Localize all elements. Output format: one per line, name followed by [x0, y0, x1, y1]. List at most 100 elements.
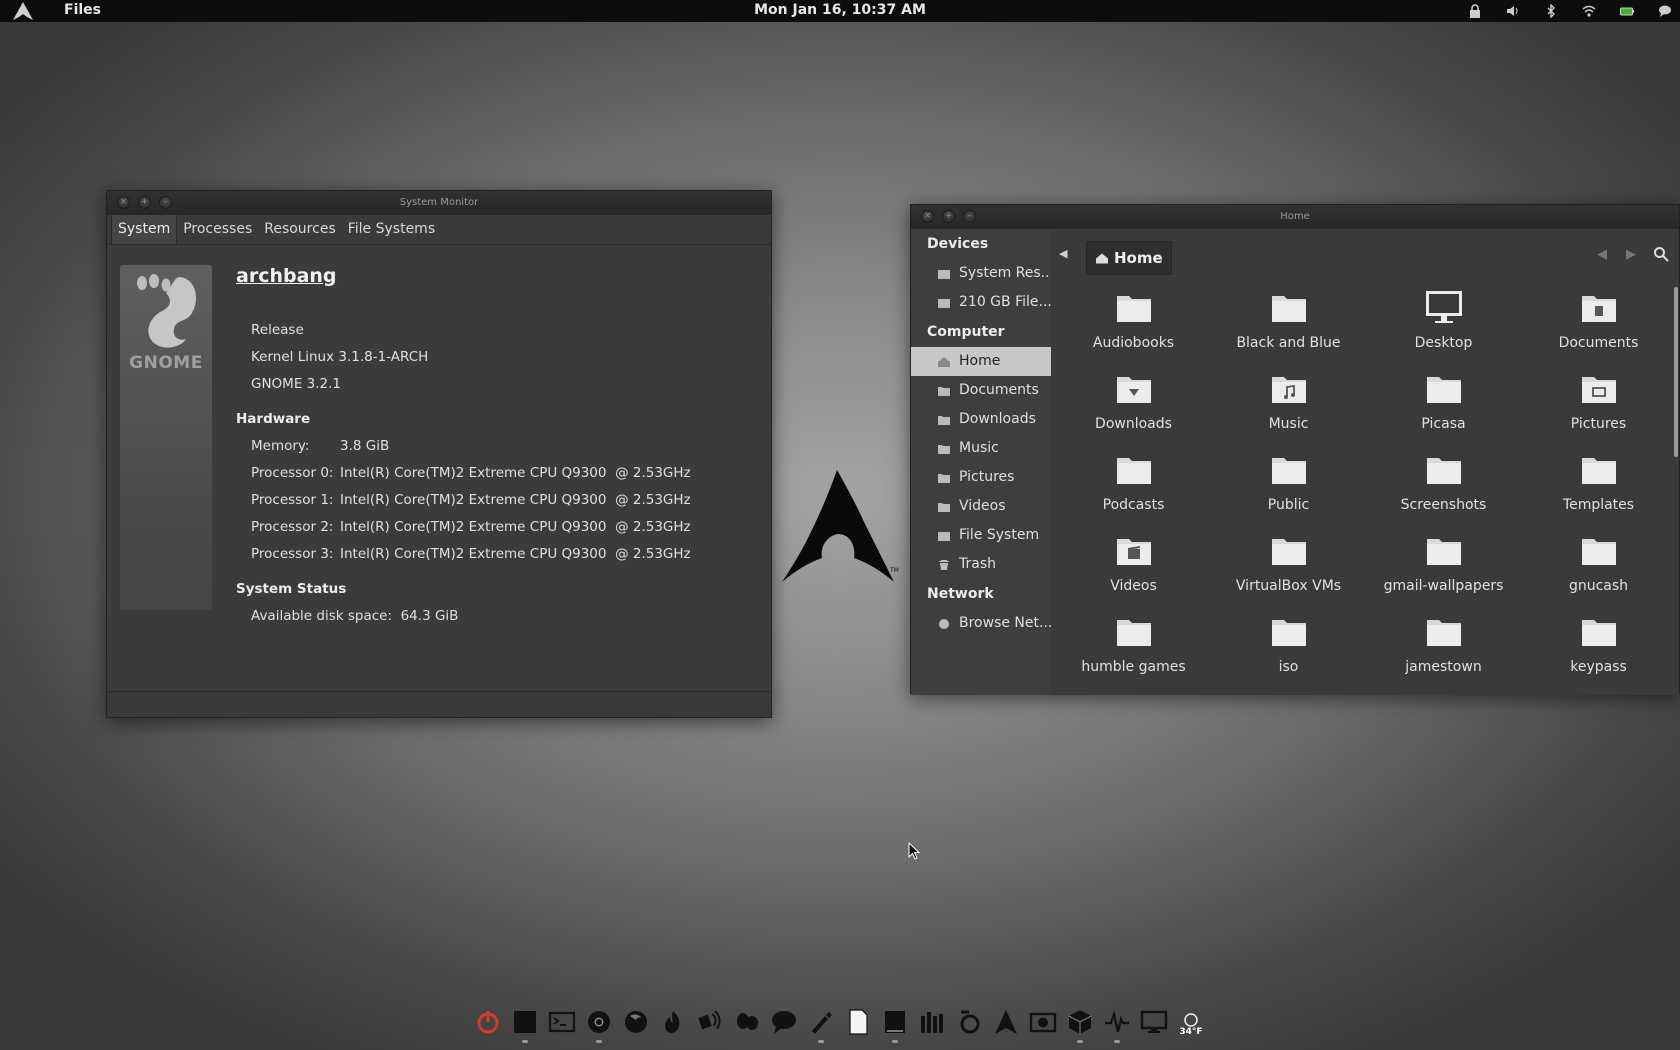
- sidebar-item-trash[interactable]: Trash: [911, 550, 1051, 579]
- sidebar-item-label: Videos: [959, 498, 1006, 514]
- folder-icon: [938, 415, 950, 425]
- file-item[interactable]: iso: [1211, 611, 1366, 683]
- bluetooth-icon[interactable]: [1542, 2, 1560, 20]
- status-bar: [107, 691, 771, 717]
- folder-icon: [1271, 296, 1306, 322]
- running-indicator: [892, 1040, 898, 1043]
- file-item[interactable]: Pictures: [1521, 368, 1676, 440]
- sidebar-item-file-system[interactable]: File System: [911, 521, 1051, 550]
- sidebar-item-music[interactable]: Music: [911, 434, 1051, 463]
- lock-icon[interactable]: [1466, 2, 1484, 20]
- titlebar[interactable]: × + – Home: [911, 205, 1679, 229]
- folder-icon: [938, 473, 950, 483]
- sidebar-item-210gb-filesystem[interactable]: 210 GB File...: [911, 288, 1051, 317]
- arch-logo-icon[interactable]: [12, 2, 34, 20]
- dock-item-pen[interactable]: [805, 1006, 837, 1043]
- sidebar-item-documents[interactable]: Documents: [911, 376, 1051, 405]
- dock-item-library[interactable]: [916, 1006, 948, 1038]
- processor-value: Intel(R) Core(TM)2 Extreme CPU Q9300 @ 2…: [340, 519, 691, 535]
- power-icon: [477, 1011, 499, 1034]
- dock-item-network[interactable]: [694, 1006, 726, 1038]
- dock-item-pidgin[interactable]: [731, 1006, 763, 1038]
- dock-item-terminal[interactable]: [546, 1006, 578, 1038]
- sidebar-item-label: File System: [959, 527, 1040, 543]
- tab-system[interactable]: System: [111, 214, 178, 244]
- dock-item-chrome[interactable]: [583, 1006, 615, 1043]
- dock-item-flame[interactable]: [657, 1006, 689, 1038]
- file-item[interactable]: Desktop: [1366, 287, 1521, 359]
- tab-file-systems[interactable]: File Systems: [342, 215, 441, 244]
- file-item[interactable]: Audiobooks: [1056, 287, 1211, 359]
- close-button[interactable]: ×: [921, 210, 934, 223]
- chat-icon[interactable]: [1656, 2, 1674, 20]
- app-menu[interactable]: Files: [64, 2, 101, 18]
- file-item[interactable]: Screenshots: [1366, 449, 1521, 521]
- maximize-button[interactable]: +: [138, 196, 151, 209]
- dock-item-weather[interactable]: 34°F: [1175, 1006, 1207, 1038]
- back-arrow-icon[interactable]: ◀: [1597, 247, 1607, 262]
- dock-item-document[interactable]: [842, 1006, 874, 1038]
- sidebar-item-label: Pictures: [959, 469, 1015, 485]
- dock-item-chat-bubble[interactable]: [768, 1006, 800, 1038]
- sidebar-item-downloads[interactable]: Downloads: [911, 405, 1051, 434]
- dock-item-activity[interactable]: [1101, 1006, 1133, 1043]
- clock[interactable]: Mon Jan 16, 10:37 AM: [754, 2, 926, 18]
- minimize-button[interactable]: –: [963, 210, 976, 223]
- dock-item-monitor[interactable]: [1138, 1006, 1170, 1038]
- wifi-icon[interactable]: [1580, 2, 1598, 20]
- search-icon[interactable]: [1653, 246, 1669, 262]
- hostname: archbang: [236, 265, 337, 287]
- tab-resources[interactable]: Resources: [258, 215, 342, 244]
- file-item[interactable]: Black and Blue: [1211, 287, 1366, 359]
- folder-icon: [1426, 458, 1461, 484]
- file-item[interactable]: Downloads: [1056, 368, 1211, 440]
- running-indicator: [1114, 1040, 1120, 1043]
- file-item-label: Desktop: [1414, 335, 1473, 351]
- file-item[interactable]: jamestown: [1366, 611, 1521, 683]
- file-item[interactable]: Public: [1211, 449, 1366, 521]
- file-item[interactable]: Templates: [1521, 449, 1676, 521]
- file-item-label: Documents: [1558, 335, 1639, 351]
- tab-processes[interactable]: Processes: [177, 215, 258, 244]
- sidebar-item-pictures[interactable]: Pictures: [911, 463, 1051, 492]
- sidebar-item-browse-network[interactable]: Browse Net...: [911, 609, 1051, 638]
- volume-icon[interactable]: [1504, 2, 1522, 20]
- home-icon: [1096, 253, 1108, 263]
- dock-item-book[interactable]: [879, 1006, 911, 1043]
- dock-item-arch[interactable]: [990, 1006, 1022, 1038]
- drive-icon: [938, 531, 950, 541]
- breadcrumb-home[interactable]: Home: [1086, 241, 1172, 275]
- file-item[interactable]: Music: [1211, 368, 1366, 440]
- sidebar-item-home[interactable]: Home: [911, 347, 1051, 376]
- file-item[interactable]: gmail-wallpapers: [1366, 530, 1521, 602]
- network-heading: Network: [927, 586, 994, 602]
- forward-arrow-icon[interactable]: ▶: [1626, 247, 1636, 262]
- maximize-button[interactable]: +: [942, 210, 955, 223]
- gnome-logo-text: GNOME: [129, 353, 203, 373]
- file-item[interactable]: keypass: [1521, 611, 1676, 683]
- sidebar-item-videos[interactable]: Videos: [911, 492, 1051, 521]
- chevron-left-icon[interactable]: ◀: [1059, 247, 1067, 260]
- file-item-label: gmail-wallpapers: [1383, 578, 1504, 594]
- file-item[interactable]: VirtualBox VMs: [1211, 530, 1366, 602]
- dock-item-camera[interactable]: [1027, 1006, 1059, 1038]
- file-item[interactable]: Picasa: [1366, 368, 1521, 440]
- dock-item-sync[interactable]: [953, 1006, 985, 1038]
- dock-item-firefox[interactable]: [620, 1006, 652, 1038]
- dock-item-power[interactable]: [472, 1006, 504, 1038]
- file-item[interactable]: gnucash: [1521, 530, 1676, 602]
- sidebar-item-system-reserved[interactable]: System Res...: [911, 259, 1051, 288]
- dock-item-square[interactable]: [509, 1006, 541, 1043]
- processor-label: Processor 0:: [251, 465, 334, 481]
- dock-item-cube[interactable]: [1064, 1006, 1096, 1043]
- titlebar[interactable]: × + – System Monitor: [107, 191, 771, 215]
- scrollbar[interactable]: [1674, 287, 1678, 457]
- file-item[interactable]: Documents: [1521, 287, 1676, 359]
- minimize-button[interactable]: –: [159, 196, 172, 209]
- file-item[interactable]: Videos: [1056, 530, 1211, 602]
- battery-icon[interactable]: [1618, 2, 1636, 20]
- close-button[interactable]: ×: [117, 196, 130, 209]
- arch-icon: [995, 1010, 1017, 1034]
- file-item[interactable]: Podcasts: [1056, 449, 1211, 521]
- file-item[interactable]: humble games: [1056, 611, 1211, 683]
